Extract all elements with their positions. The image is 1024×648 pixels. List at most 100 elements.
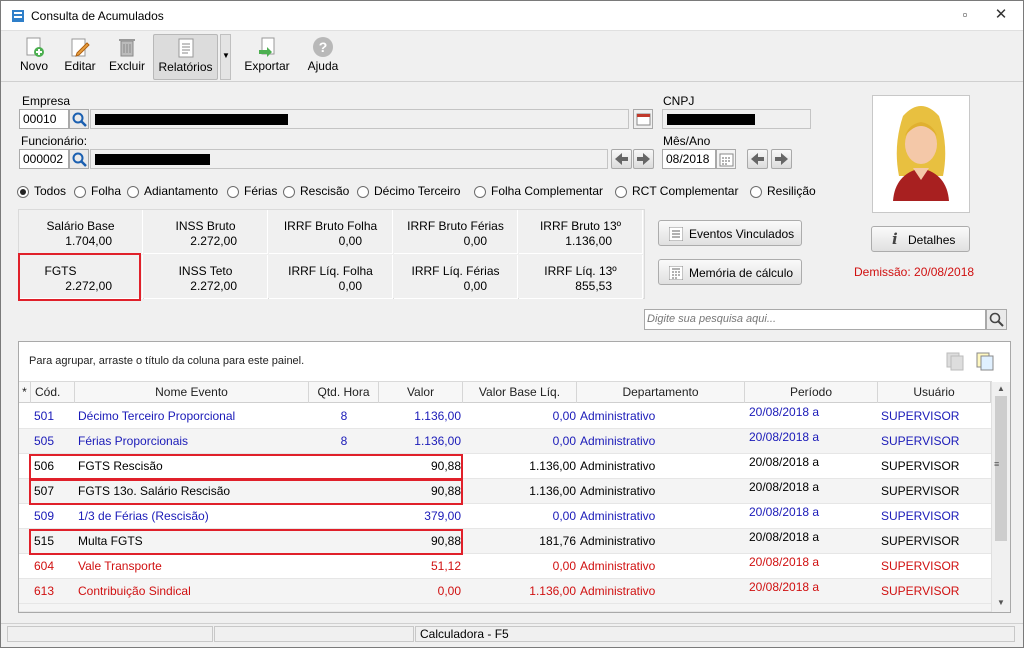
cell-dep: Administrativo [580, 584, 656, 598]
memoria-label: Memória de cálculo [689, 266, 794, 280]
header-valor-base[interactable]: Valor Base Líq. [463, 382, 577, 403]
funcionario-code-input[interactable]: 000002 [19, 149, 69, 169]
memoria-calculo-button[interactable]: Memória de cálculo [658, 259, 802, 285]
table-row[interactable]: 613 Contribuição Sindical 0,00 1.136,00 Admi… [19, 579, 992, 604]
radio-label: Resilição [767, 184, 816, 198]
eventos-vinculados-button[interactable]: Eventos Vinculados [658, 220, 802, 246]
radio-label: Folha [91, 184, 122, 198]
ajuda-label: Ajuda [307, 59, 339, 73]
header-valor[interactable]: Valor [379, 382, 463, 403]
empresa-code-input[interactable]: 00010 [19, 109, 69, 129]
scroll-down-icon[interactable]: ▼ [997, 598, 1005, 607]
list-icon [669, 227, 683, 241]
summary-cell: IRRF Bruto Folha 0,00 [269, 210, 393, 254]
exportar-button[interactable]: Exportar [241, 34, 293, 80]
expand-groups-icon[interactable] [974, 350, 996, 372]
cell-nome: Multa FGTS [78, 534, 143, 548]
summary-value: 0,00 [463, 234, 487, 248]
redacted-block [95, 114, 288, 125]
funcionario-next-button[interactable] [633, 149, 654, 169]
cell-valor: 379,00 [424, 509, 461, 523]
mesano-next-button[interactable] [771, 149, 792, 169]
detalhes-button[interactable]: i Detalhes [871, 226, 970, 252]
ajuda-button[interactable]: ? Ajuda [303, 34, 343, 80]
status-calculadora[interactable]: Calculadora - F5 [415, 626, 1015, 642]
dropdown-arrow-icon: ▼ [222, 51, 230, 60]
header-departamento[interactable]: Departamento [577, 382, 745, 403]
table-row[interactable]: 507 FGTS 13o. Salário Rescisão 90,88 1.136,… [19, 479, 992, 504]
grid-search-button[interactable] [986, 309, 1007, 330]
empresa-search-button[interactable] [69, 109, 89, 129]
cell-qtd: 8 [340, 434, 348, 448]
funcionario-search-button[interactable] [69, 149, 89, 169]
trash-icon [119, 39, 135, 57]
cell-cod: 501 [34, 409, 55, 423]
cell-nome: FGTS Rescisão [78, 459, 163, 473]
header-indicator: * [19, 382, 31, 403]
table-row[interactable]: 506 FGTS Rescisão 90,88 1.136,00 Administrat… [19, 454, 992, 479]
header-usuario[interactable]: Usuário [878, 382, 991, 403]
summary-value: 0,00 [338, 234, 362, 248]
status-bar: Calculadora - F5 [1, 623, 1023, 643]
calendar-button[interactable] [716, 149, 736, 169]
restore-icon[interactable]: ▫ [955, 7, 975, 22]
cell-cod: 505 [34, 434, 55, 448]
status-panel [214, 626, 414, 642]
header-periodo[interactable]: Período [745, 382, 878, 403]
summary-title: IRRF Bruto Férias [407, 219, 504, 233]
empresa-list-button[interactable] [633, 109, 653, 129]
arrow-left-icon [751, 153, 764, 165]
grid-search-input[interactable]: Digite sua pesquisa aqui... [644, 309, 986, 330]
table-row[interactable]: 509 1/3 de Férias (Rescisão) 379,00 0,00 Adm… [19, 504, 992, 529]
excluir-button[interactable]: Excluir [107, 34, 147, 80]
mesano-prev-button[interactable] [747, 149, 768, 169]
toolbar: Novo Editar Excluir Relatórios ▼ Exporta… [1, 32, 1023, 82]
collapse-groups-icon[interactable] [944, 350, 966, 372]
cell-base: 0,00 [552, 509, 576, 523]
cnpj-field [662, 109, 811, 129]
summary-title: IRRF Bruto Folha [283, 219, 378, 233]
relatorios-button[interactable]: Relatórios [153, 34, 218, 80]
cell-periodo: 20/08/2018 a [749, 405, 820, 419]
radio-dot [17, 186, 29, 198]
cell-valor: 1.136,00 [414, 434, 461, 448]
table-row[interactable]: 501 Décimo Terceiro Proporcional 8 1.136,00… [19, 404, 992, 429]
table-row[interactable]: 604 Vale Transporte 51,12 0,00 Administrativ… [19, 554, 992, 579]
scroll-up-icon[interactable]: ▲ [997, 384, 1005, 393]
mesano-input[interactable]: 08/2018 [662, 149, 716, 169]
table-row-partial [19, 604, 992, 612]
cell-periodo: 20/08/2018 a [749, 555, 820, 569]
cell-cod: 509 [34, 509, 55, 523]
scroll-grip-icon: ≡ [994, 459, 1000, 469]
summary-title: INSS Teto [178, 264, 233, 278]
empresa-name-field [90, 109, 629, 129]
cell-cod: 507 [34, 484, 55, 498]
arrow-right-icon [637, 153, 650, 165]
funcionario-prev-button[interactable] [611, 149, 632, 169]
cell-usuario: SUPERVISOR [881, 559, 960, 573]
empresa-label: Empresa [22, 94, 71, 108]
cnpj-label: CNPJ [663, 94, 695, 108]
cell-usuario: SUPERVISOR [881, 409, 960, 423]
cell-base: 1.136,00 [529, 484, 576, 498]
help-icon: ? [313, 37, 333, 57]
header-qtd-hora[interactable]: Qtd. Hora [309, 382, 379, 403]
table-row[interactable]: 515 Multa FGTS 90,88 181,76 Administrativo 20… [19, 529, 992, 554]
summary-value: 2.272,00 [190, 279, 237, 293]
window-title: Consulta de Acumulados [31, 9, 164, 23]
header-cod[interactable]: Cód. [31, 382, 75, 403]
grid-vertical-scrollbar[interactable]: ▲ ≡ ▼ [991, 382, 1010, 612]
table-row[interactable]: 505 Férias Proporcionais 8 1.136,00 0,00 Admi… [19, 429, 992, 454]
summary-cell: IRRF Bruto 13º 1.136,00 [519, 210, 643, 254]
header-nome-evento[interactable]: Nome Evento [75, 382, 309, 403]
events-grid: Para agrupar, arraste o título da coluna… [18, 341, 1011, 613]
cell-cod: 515 [34, 534, 55, 548]
summary-value: 2.272,00 [190, 234, 237, 248]
relatorios-dropdown[interactable]: ▼ [220, 34, 231, 80]
cell-valor: 1.136,00 [414, 409, 461, 423]
summary-value: 2.272,00 [65, 279, 112, 293]
search-icon [989, 312, 1004, 327]
close-icon[interactable]: ✕ [991, 5, 1011, 23]
novo-button[interactable]: Novo [15, 34, 53, 80]
editar-button[interactable]: Editar [61, 34, 99, 80]
